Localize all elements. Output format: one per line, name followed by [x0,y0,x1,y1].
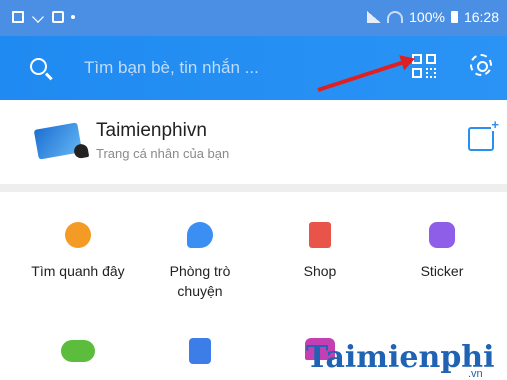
section-divider [0,184,507,192]
qr-code-icon[interactable] [412,54,438,80]
clock-time: 16:28 [463,9,499,25]
top-bar: Tìm bạn bè, tin nhắn ... [0,36,507,100]
document-icon [189,338,211,364]
tile-label: Sticker [420,263,464,279]
more-notifications-dot-icon [71,15,75,19]
watermark-logo: Taimienphi [306,340,495,375]
search-icon[interactable] [30,58,47,75]
tile-sticker[interactable]: Sticker [382,222,502,281]
gamepad-icon [61,340,95,362]
tile-nearby[interactable]: Tìm quanh đây [18,222,138,281]
battery-icon [450,11,458,23]
status-system-icons: 100% 16:28 [367,9,499,25]
shopping-bag-icon [309,222,331,248]
wifi-icon [387,11,404,23]
battery-percent: 100% [409,9,445,25]
image-notification-icon [12,11,24,23]
search-input[interactable]: Tìm bạn bè, tin nhắn ... [84,58,259,78]
status-notification-icons [12,10,75,24]
tile-shop[interactable]: Shop [260,222,380,281]
chat-bubble-icon [187,222,213,248]
profile-name: Taimienphivn [96,120,207,141]
add-photo-icon[interactable] [468,119,499,151]
watermark-domain: .vn [468,368,483,380]
download-notification-icon [32,11,44,23]
tile-label: Tìm quanh đây [31,263,125,279]
screenshot-notification-icon [52,11,64,23]
tile-chat-rooms[interactable]: Phòng trò chuyện [140,222,260,301]
profile-subtitle: Trang cá nhân của bạn [96,146,230,161]
settings-gear-icon[interactable] [470,54,492,76]
profile-avatar[interactable] [33,122,83,160]
sticker-face-icon [429,222,455,248]
tile-documents[interactable] [140,338,260,364]
tile-games[interactable] [18,340,138,362]
mute-signal-icon [367,11,382,23]
status-bar: 100% 16:28 [0,0,507,36]
tile-label: Phòng trò chuyện [169,263,231,299]
profile-row[interactable]: Taimienphivn Trang cá nhân của bạn [0,100,507,184]
location-pin-icon [65,222,91,248]
tile-label: Shop [303,263,337,279]
